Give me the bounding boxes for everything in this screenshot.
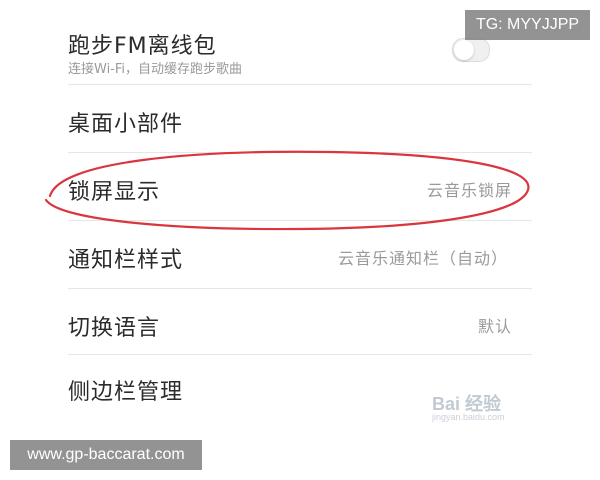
settings-row-switch-language[interactable]: 切换语言 默认 (68, 288, 532, 355)
running-fm-label: 跑步FM离线包 (68, 34, 217, 59)
baidu-watermark: Bai 经验 jingyan.baidu.com (432, 390, 532, 426)
lockscreen-display-label: 锁屏显示 (68, 180, 161, 205)
switch-language-value: 默认 (477, 317, 512, 336)
settings-row-lockscreen-display[interactable]: 锁屏显示 云音乐锁屏 (68, 152, 532, 221)
toggle-knob (454, 40, 474, 60)
running-fm-subtitle: 连接Wi-Fi，自动缓存跑步歌曲 (68, 62, 243, 77)
watermark-subtext: jingyan.baidu.com (432, 412, 505, 422)
sidebar-management-label: 侧边栏管理 (68, 380, 184, 405)
notification-style-value: 云音乐通知栏（自动） (337, 249, 508, 268)
settings-row-notification-style[interactable]: 通知栏样式 云音乐通知栏（自动） (68, 220, 532, 289)
bottom-url-label: www.gp-baccarat.com (10, 440, 202, 470)
running-fm-toggle[interactable] (452, 38, 490, 62)
desktop-widget-label: 桌面小部件 (68, 112, 184, 137)
settings-row-desktop-widget[interactable]: 桌面小部件 (68, 84, 532, 153)
settings-row-running-fm[interactable]: 跑步FM离线包 连接Wi-Fi，自动缓存跑步歌曲 (68, 0, 532, 85)
lockscreen-display-value: 云音乐锁屏 (426, 181, 512, 200)
top-tag-label: TG: MYYJJPP (465, 10, 590, 40)
settings-screen: 跑步FM离线包 连接Wi-Fi，自动缓存跑步歌曲 桌面小部件 锁屏显示 云音乐锁… (0, 0, 600, 480)
switch-language-label: 切换语言 (68, 316, 161, 341)
notification-style-label: 通知栏样式 (68, 248, 184, 273)
